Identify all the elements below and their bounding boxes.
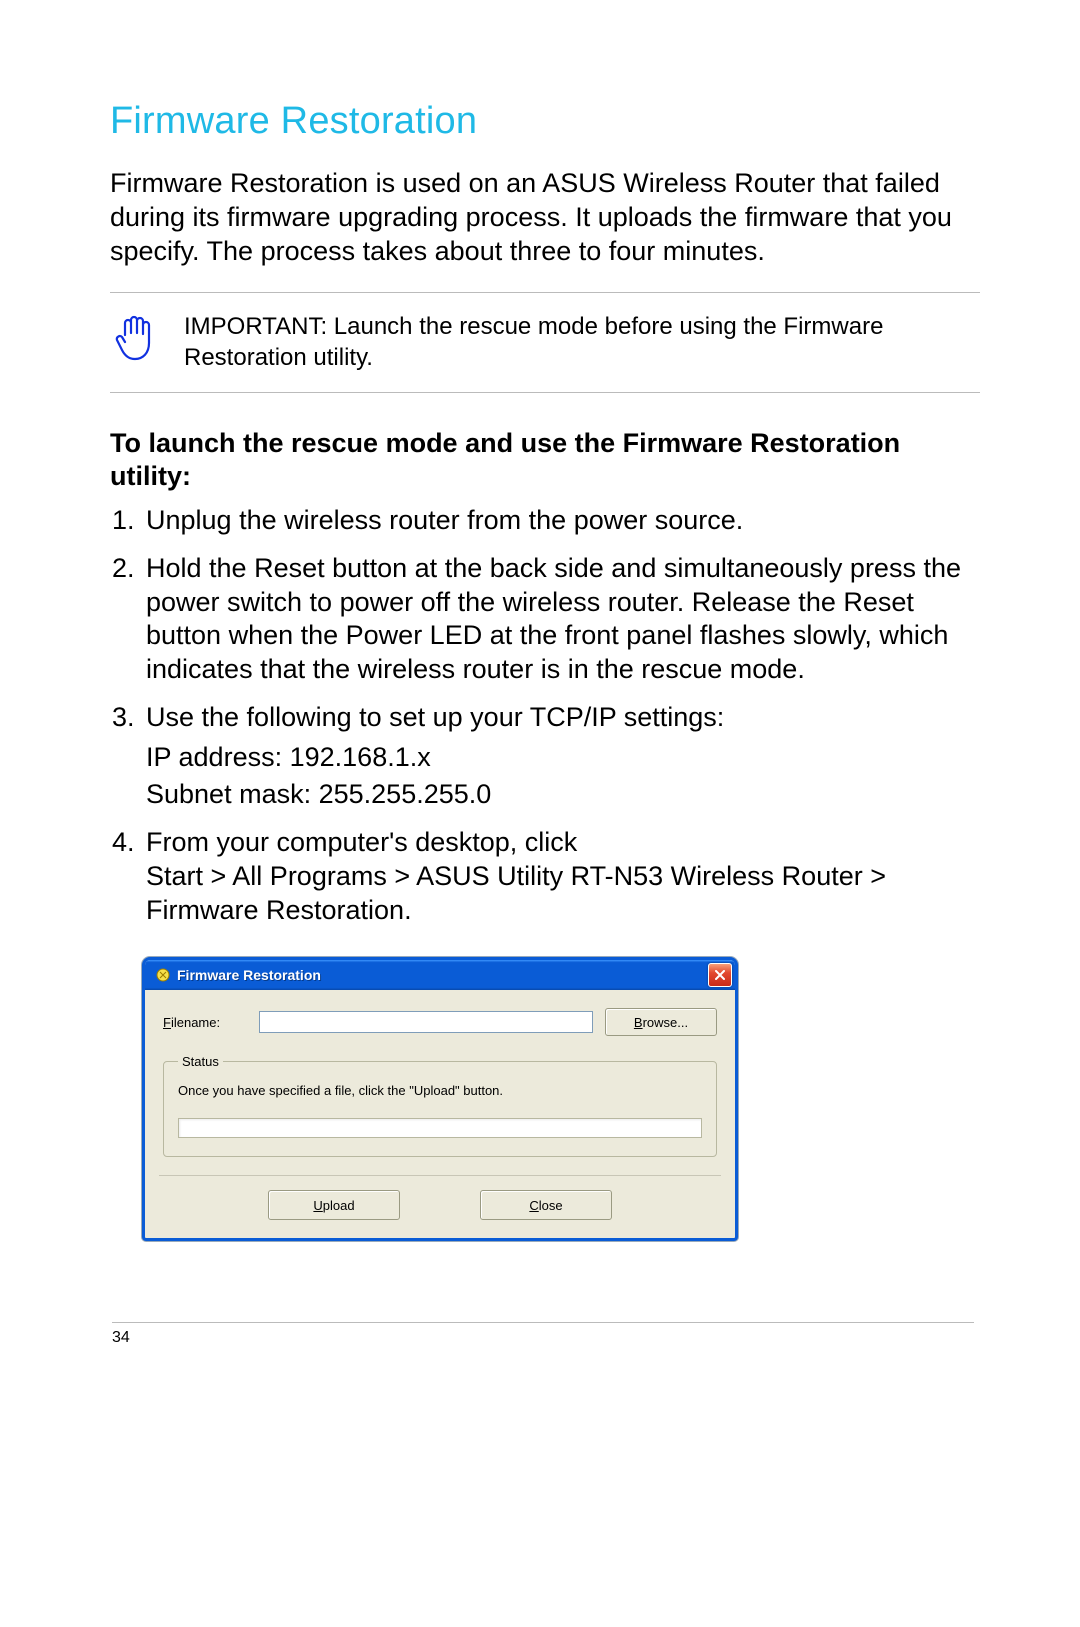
- firmware-restoration-dialog: Firmware Restoration Filename: Browse...…: [142, 957, 738, 1241]
- browse-rest: rowse...: [643, 1015, 689, 1030]
- steps-list: Unplug the wireless router from the powe…: [110, 504, 980, 927]
- intro-paragraph: Firmware Restoration is used on an ASUS …: [110, 167, 980, 268]
- step-4: From your computer's desktop, click Star…: [142, 826, 980, 927]
- status-legend: Status: [178, 1054, 223, 1069]
- callout-text: IMPORTANT: Launch the rescue mode before…: [184, 311, 980, 373]
- hand-stop-icon: [110, 311, 160, 361]
- filename-input[interactable]: [259, 1011, 593, 1033]
- important-callout: IMPORTANT: Launch the rescue mode before…: [110, 292, 980, 392]
- step-4-line1: From your computer's desktop, click: [146, 827, 577, 857]
- close-button[interactable]: Close: [480, 1190, 612, 1220]
- upload-button[interactable]: Upload: [268, 1190, 400, 1220]
- page-number: 34: [112, 1329, 974, 1347]
- step-3-text: Use the following to set up your TCP/IP …: [146, 702, 724, 732]
- upload-rest: pload: [323, 1198, 355, 1213]
- mask-value: 255.255.255.0: [319, 779, 492, 809]
- close-rest: lose: [539, 1198, 563, 1213]
- step-1: Unplug the wireless router from the powe…: [142, 504, 980, 538]
- footer-rule: [112, 1322, 974, 1323]
- status-group: Status Once you have specified a file, c…: [163, 1054, 717, 1157]
- subnet-mask-line: Subnet mask: 255.255.255.0: [146, 778, 980, 812]
- step-2: Hold the Reset button at the back side a…: [142, 552, 980, 687]
- status-text: Once you have specified a file, click th…: [178, 1083, 702, 1098]
- browse-button[interactable]: Browse...: [605, 1008, 717, 1036]
- dialog-titlebar[interactable]: Firmware Restoration: [145, 960, 735, 990]
- ip-label: IP address: [146, 742, 275, 772]
- subheading: To launch the rescue mode and use the Fi…: [110, 427, 980, 495]
- close-icon[interactable]: [708, 963, 732, 987]
- filename-label: Filename:: [163, 1015, 247, 1030]
- ip-address-line: IP address: 192.168.1.x: [146, 741, 980, 775]
- separator: [159, 1175, 721, 1176]
- step-4-line2: Start > All Programs > ASUS Utility RT-N…: [146, 860, 980, 928]
- dialog-title: Firmware Restoration: [177, 967, 708, 983]
- mask-label: Subnet mask: [146, 779, 304, 809]
- progress-bar: [178, 1118, 702, 1138]
- step-3: Use the following to set up your TCP/IP …: [142, 701, 980, 812]
- section-heading: Firmware Restoration: [110, 100, 980, 143]
- app-icon: [155, 967, 171, 983]
- ip-value: 192.168.1.x: [290, 742, 431, 772]
- filename-label-rest: ilename:: [171, 1015, 220, 1030]
